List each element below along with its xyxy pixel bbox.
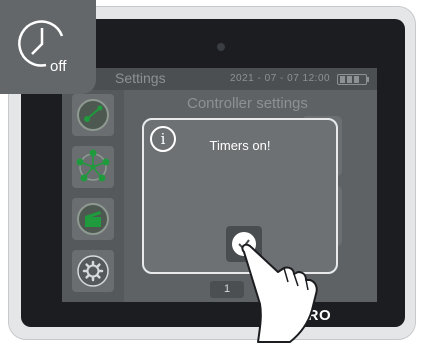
- datetime-readout: 2021 - 07 - 07 12:00: [230, 73, 331, 84]
- status-bar: Settings 2021 - 07 - 07 12:00: [62, 68, 377, 90]
- controller-settings-title: Controller settings: [187, 95, 308, 112]
- dialog-message: Timers on!: [209, 138, 271, 153]
- off-label: off: [50, 58, 67, 75]
- camera-dot: [217, 43, 225, 51]
- nodes-icon[interactable]: [72, 94, 114, 136]
- sidebar: [62, 90, 124, 302]
- network-icon[interactable]: [72, 146, 114, 188]
- clapper-icon[interactable]: [72, 198, 114, 240]
- battery-icon: [337, 74, 369, 85]
- pointing-hand-icon: [241, 243, 318, 343]
- screen-title: Settings: [115, 70, 166, 86]
- gear-icon[interactable]: [72, 250, 114, 292]
- timer-off-badge: off: [0, 0, 96, 94]
